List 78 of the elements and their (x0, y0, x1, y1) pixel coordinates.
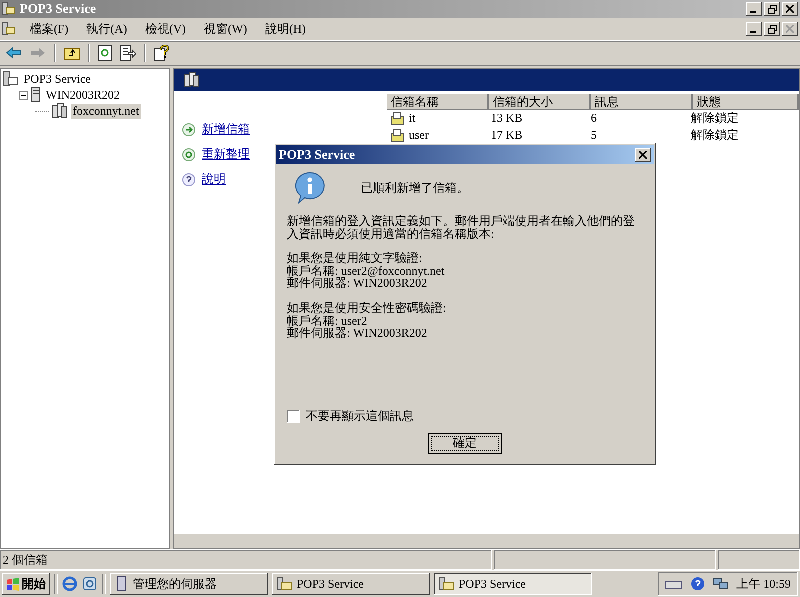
table-cell-text: 解除鎖定 (690, 110, 740, 127)
column-header[interactable]: 信箱名稱 (387, 94, 489, 110)
status-text: 2 個信箱 (0, 550, 492, 570)
restore-button[interactable] (764, 22, 780, 36)
menu-item[interactable]: 檔案(F) (26, 20, 73, 38)
refresh-icon (182, 148, 196, 162)
start-button[interactable]: 開始 (2, 573, 50, 595)
table-cell-text: 17 KB (490, 128, 524, 143)
restore-icon (768, 4, 776, 14)
taskbar-button[interactable]: 管理您的伺服器 (110, 573, 268, 595)
column-header[interactable]: 訊息 (591, 94, 693, 110)
column-header[interactable]: 狀態 (693, 94, 799, 110)
restore-button[interactable] (764, 2, 780, 16)
action-link[interactable]: 重新整理 (202, 146, 250, 163)
message-text: 帳戶名稱: user2 (287, 314, 368, 328)
mail-server-icon (277, 577, 293, 591)
mail-server-icon (439, 577, 455, 591)
table-cell-text: 6 (590, 111, 598, 126)
help-icon[interactable] (154, 45, 170, 61)
message-text: 如果您是使用純文字驗證: (287, 252, 424, 265)
menu-item[interactable]: 說明(H) (261, 20, 310, 38)
restore-icon (768, 24, 776, 34)
folder-up-icon[interactable] (64, 46, 80, 60)
close-icon (786, 25, 794, 33)
refresh-icon[interactable] (98, 45, 112, 61)
mail-server-icon (2, 2, 16, 16)
tree-item[interactable]: WIN2003R202 (44, 88, 122, 102)
ok-button[interactable]: 確定 (428, 433, 502, 454)
dialog-title: POP3 Service (279, 146, 356, 162)
close-icon (639, 150, 647, 158)
action-link[interactable]: 說明 (202, 171, 226, 188)
message-text: 帳戶名稱: user2@foxconnyt.net (287, 264, 446, 278)
menu-item[interactable]: 視窗(W) (200, 20, 252, 38)
menu-item[interactable]: 執行(A) (82, 20, 132, 38)
windows-flag-icon (6, 578, 20, 590)
collapse-toggle[interactable] (19, 90, 28, 100)
close-button[interactable] (782, 22, 798, 36)
info-icon (293, 171, 327, 205)
back-arrow-icon[interactable] (6, 47, 22, 59)
network-icon (712, 577, 729, 591)
clock: 上午 10:59 (736, 576, 791, 592)
horizontal-scrollbar[interactable] (174, 534, 799, 548)
window-title: POP3 Service (20, 1, 96, 17)
close-button[interactable] (635, 148, 651, 162)
menu-item[interactable]: 檢視(V) (141, 20, 190, 38)
message-text: 郵件伺服器: WIN2003R202 (287, 327, 428, 340)
server-icon (115, 576, 129, 592)
server-icon (31, 87, 41, 103)
server-group-icon (184, 72, 200, 88)
document-icon[interactable] (82, 576, 98, 592)
close-icon (786, 5, 794, 13)
message-text: 如果您是使用安全性密碼驗證: (287, 302, 448, 315)
close-button[interactable] (782, 2, 798, 16)
tree-item[interactable]: foxconnyt.net (71, 104, 142, 118)
export-list-icon[interactable] (120, 45, 136, 61)
checkbox-label: 不要再顯示這個訊息 (306, 408, 414, 425)
column-header[interactable]: 信箱的大小 (489, 94, 591, 110)
mail-server-icon (3, 71, 19, 87)
help-icon (690, 577, 705, 591)
dialog-heading: 已順利新增了信箱。 (361, 180, 469, 196)
table-cell: it (409, 111, 416, 126)
minimize-button[interactable] (746, 22, 762, 36)
message-text: 郵件伺服器: WIN2003R202 (287, 277, 428, 290)
action-link[interactable]: 新增信箱 (202, 121, 250, 138)
checkbox[interactable] (287, 410, 300, 423)
server-group-icon (52, 103, 68, 119)
table-cell-text: 5 (590, 128, 598, 143)
message-text: 新增信箱的登入資訊定義如下。郵件用戶端使用者在輸入他們的登入資訊時必須使用適當的信箱名稱版本: (287, 215, 636, 240)
browser-icon[interactable] (62, 576, 78, 592)
taskbar-button[interactable]: POP3 Service (272, 573, 430, 595)
minimize-button[interactable] (746, 2, 762, 16)
mailbox-icon (391, 112, 405, 126)
help-icon (182, 172, 196, 186)
table-cell-text: 解除鎖定 (690, 127, 740, 144)
tree-item[interactable]: POP3 Service (22, 72, 93, 86)
table-cell-text: 13 KB (490, 111, 524, 126)
table-cell: user (409, 128, 429, 143)
taskbar-button[interactable]: POP3 Service (434, 573, 592, 595)
